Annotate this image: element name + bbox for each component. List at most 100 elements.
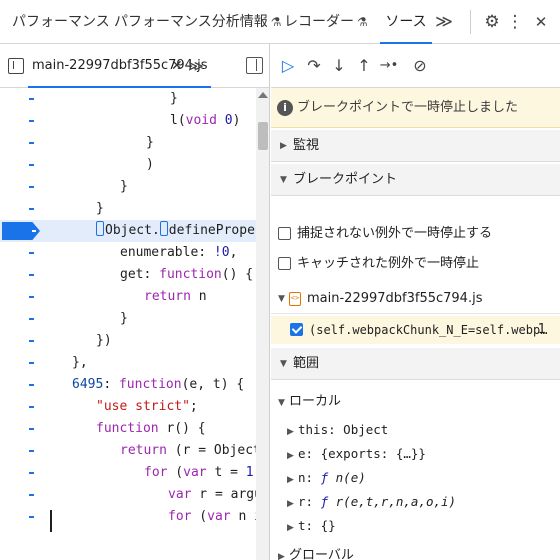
gutter-line-marker[interactable] xyxy=(29,384,34,386)
tab-performance[interactable]: パフォーマンス xyxy=(12,0,110,44)
code-token: } xyxy=(120,311,128,326)
code-line[interactable]: 6495: function(e, t) { xyxy=(0,374,256,396)
gutter-line-marker[interactable] xyxy=(29,164,34,166)
toggle-debugger-sidebar-icon[interactable] xyxy=(246,57,263,74)
code-token: } xyxy=(96,201,104,216)
breakpoint-file-group[interactable]: ▼ <> main-22997dbf3f55c794.js xyxy=(271,284,560,314)
code-line[interactable]: }, xyxy=(0,352,256,374)
more-tabs-icon[interactable]: ≫ xyxy=(434,8,454,36)
code-token: function xyxy=(96,421,159,436)
code-line[interactable]: for (var t = 1; t < xyxy=(0,462,261,484)
code-line[interactable]: var r = argumer xyxy=(0,484,269,506)
gutter-line-marker[interactable] xyxy=(29,516,34,518)
resume-icon[interactable]: ▷ xyxy=(276,52,300,80)
breakpoints-section-header[interactable]: ▼ ブレークポイント xyxy=(271,164,560,196)
toggle-navigator-icon[interactable] xyxy=(8,58,24,74)
scope-var-row[interactable]: ▶ r: ƒ r(e,t,r,n,a,o,i) xyxy=(287,490,456,514)
gutter-line-marker[interactable] xyxy=(29,296,34,298)
gutter-line-marker[interactable] xyxy=(29,318,34,320)
code-editor[interactable]: }l(void 0)})}}Object.defineProperty(t,en… xyxy=(0,88,269,560)
breakpoint-enabled-checkbox[interactable] xyxy=(290,323,303,336)
code-line[interactable]: } xyxy=(0,132,256,154)
chevron-right-icon: ▶ xyxy=(278,552,285,560)
scope-var-row[interactable]: ▶ n: ƒ n(e) xyxy=(287,466,366,490)
paused-status-banner: i ブレークポイントで一時停止しました xyxy=(271,88,560,128)
gutter-line-marker[interactable] xyxy=(29,472,34,474)
code-line[interactable]: }) xyxy=(0,330,256,352)
scope-local-group[interactable]: ▼ ローカル xyxy=(278,390,341,414)
scope-var-row[interactable]: ▶ e: {exports: {…}} xyxy=(287,442,426,466)
code-line[interactable]: "use strict"; xyxy=(0,396,256,418)
scope-var-row[interactable]: ▶ this: Object xyxy=(287,418,388,442)
gutter-line-marker[interactable] xyxy=(29,406,34,408)
scope-section-header[interactable]: ▼ 範囲 xyxy=(271,348,560,380)
step-over-icon[interactable]: ↷ xyxy=(302,52,326,80)
code-line[interactable]: l(void 0) xyxy=(0,110,256,132)
deactivate-breakpoints-icon[interactable]: ⊘ xyxy=(408,52,432,80)
code-line-paused[interactable]: Object. defineProperty(t, xyxy=(0,220,269,242)
tab-sources[interactable]: ソース xyxy=(380,0,432,44)
inline-breakpoint-icon[interactable] xyxy=(96,221,104,236)
gutter-line-marker[interactable] xyxy=(29,186,34,188)
code-line[interactable]: function r() { xyxy=(0,418,256,440)
breakpoint-marker-icon[interactable] xyxy=(2,222,40,240)
code-token: ; xyxy=(189,399,198,414)
code-line[interactable]: for (var n in xyxy=(0,506,269,528)
gutter-line-marker[interactable] xyxy=(29,340,34,342)
settings-gear-icon[interactable]: ⚙ xyxy=(480,8,504,36)
scope-global-group[interactable]: ▶ グローバル xyxy=(278,544,354,560)
more-files-icon[interactable]: ≫ xyxy=(188,44,204,88)
code-line[interactable]: enumerable: !0, xyxy=(0,242,256,264)
gutter-line-marker[interactable] xyxy=(29,208,34,210)
scroll-up-arrow-icon[interactable] xyxy=(258,92,268,98)
tab-recorder[interactable]: レコーダー ⚗ xyxy=(284,0,368,44)
code-line[interactable]: } xyxy=(0,308,256,330)
gutter-line-marker[interactable] xyxy=(29,450,34,452)
code-line[interactable]: } xyxy=(0,176,256,198)
code-token: n xyxy=(190,289,207,304)
code-line[interactable]: } xyxy=(0,88,256,110)
pause-caught-option[interactable]: キャッチされた例外で一時停止 xyxy=(271,251,560,277)
code-text: return n xyxy=(144,286,207,308)
breakpoint-entry[interactable]: (self.webpackChunk_N_E=self.webp… 1 xyxy=(271,316,560,344)
code-text: for (var t = 1; t < xyxy=(144,462,269,484)
code-line[interactable]: return (r = Object.assi xyxy=(0,440,269,462)
pause-caught-checkbox[interactable] xyxy=(278,257,291,270)
editor-scrollbar[interactable] xyxy=(256,88,269,560)
editor-scrollbar-thumb[interactable] xyxy=(258,122,268,150)
gutter-line-marker[interactable] xyxy=(29,98,34,100)
scope-var-row[interactable]: ▶ t: {} xyxy=(287,514,336,538)
gutter-line-marker[interactable] xyxy=(29,274,34,276)
gutter-line-marker[interactable] xyxy=(29,428,34,430)
kebab-menu-icon[interactable]: ⋮ xyxy=(506,8,524,36)
code-token: var xyxy=(168,487,192,502)
code-line[interactable]: } xyxy=(0,198,256,220)
var-name: e xyxy=(298,446,306,461)
tab-performance-insights[interactable]: パフォーマンス分析情報 ⚗ xyxy=(114,0,282,44)
pause-uncaught-option[interactable]: 捕捉されない例外で一時停止する xyxy=(271,221,560,247)
chevron-right-icon: ▶ xyxy=(287,451,294,461)
step-out-icon[interactable]: ↑ xyxy=(352,52,376,80)
close-file-icon[interactable]: ✕ xyxy=(171,44,183,88)
code-text: "use strict"; xyxy=(96,396,198,418)
code-token: t = xyxy=(206,465,246,480)
gutter-line-marker[interactable] xyxy=(29,494,34,496)
debugger-toolbar: ▷ ↷ ↓ ↑ →• ⊘ xyxy=(271,44,560,88)
option-label: 捕捉されない例外で一時停止する xyxy=(297,226,493,241)
code-token: 6495 xyxy=(72,377,104,392)
inline-breakpoint-icon[interactable] xyxy=(159,221,168,236)
pause-uncaught-checkbox[interactable] xyxy=(278,227,291,240)
code-line[interactable]: return n xyxy=(0,286,256,308)
gutter-line-marker[interactable] xyxy=(29,362,34,364)
gutter-line-marker[interactable] xyxy=(29,120,34,122)
watch-section-header[interactable]: ▶ 監視 xyxy=(271,130,560,162)
tab-label: パフォーマンス分析情報 xyxy=(114,14,268,30)
step-into-icon[interactable]: ↓ xyxy=(327,52,351,80)
close-icon[interactable]: ✕ xyxy=(530,8,552,36)
gutter-line-marker[interactable] xyxy=(29,252,34,254)
code-line[interactable]: ) xyxy=(0,154,256,176)
var-name: this xyxy=(298,422,329,437)
gutter-line-marker[interactable] xyxy=(29,142,34,144)
code-line[interactable]: get: function() { xyxy=(0,264,256,286)
step-icon[interactable]: →• xyxy=(377,52,401,80)
